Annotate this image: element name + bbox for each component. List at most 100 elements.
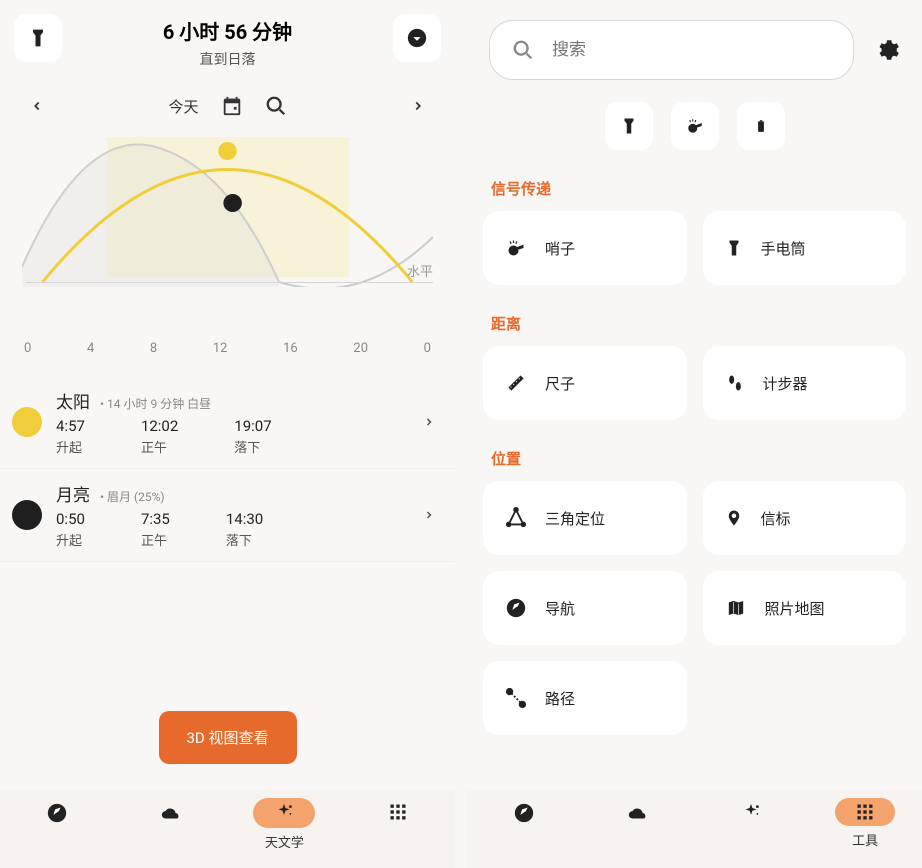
quick-whistle[interactable] (671, 102, 719, 150)
tool-flashlight[interactable]: 手电筒 (703, 211, 907, 285)
moon-row[interactable]: 月亮 • 眉月 (25%) 0:50升起 7:35正午 14:30落下 (0, 469, 455, 562)
x-tick: 0 (24, 341, 31, 356)
sun-info: 太阳 • 14 小时 9 分钟 白昼 4:57升起 12:02正午 19:07落… (56, 388, 409, 456)
right-top (467, 0, 922, 80)
moon-info: 月亮 • 眉月 (25%) 0:50升起 7:35正午 14:30落下 (56, 481, 409, 549)
cloud-icon (159, 802, 183, 824)
moon-set-time: 14:30 (226, 510, 263, 528)
down-circle-icon (406, 27, 428, 49)
ruler-icon (505, 372, 527, 394)
tool-label: 哨子 (545, 238, 575, 259)
tool-triangulate[interactable]: 三角定位 (483, 481, 687, 555)
tool-navigate[interactable]: 导航 (483, 571, 687, 645)
top-bar: 6 小时 56 分钟 直到日落 (0, 0, 455, 69)
nav-clouds[interactable] (131, 798, 211, 848)
compass-icon (46, 802, 68, 824)
quick-battery[interactable] (737, 102, 785, 150)
horizon-label: 水平 (26, 261, 433, 283)
search-event-button[interactable] (265, 95, 287, 117)
flashlight-icon (725, 238, 743, 258)
view-3d-button[interactable]: 3D 视图查看 (159, 711, 297, 764)
moon-rise-label: 升起 (56, 530, 85, 549)
tool-pedometer[interactable]: 计步器 (703, 346, 907, 420)
sun-set-label: 落下 (234, 437, 271, 456)
search-icon (265, 95, 287, 117)
tool-label: 三角定位 (545, 508, 605, 529)
nav-tools[interactable]: 工具 (825, 798, 905, 849)
quick-flashlight[interactable] (605, 102, 653, 150)
x-axis: 0 4 8 12 16 20 0 (0, 287, 455, 356)
x-tick: 16 (283, 341, 298, 356)
sparkle-icon (740, 802, 762, 824)
prev-day-button[interactable] (30, 99, 44, 113)
chevron-left-icon (30, 99, 44, 113)
nav-astronomy[interactable] (711, 798, 791, 848)
title-block: 6 小时 56 分钟 直到日落 (163, 14, 292, 69)
astronomy-pane: 6 小时 56 分钟 直到日落 今天 (0, 0, 455, 868)
countdown-subtitle: 直到日落 (163, 49, 292, 69)
flashlight-icon (620, 117, 638, 135)
flashlight-button[interactable] (14, 14, 62, 62)
chevron-right-icon (423, 509, 435, 521)
tool-path[interactable]: 路径 (483, 661, 687, 735)
footsteps-icon (725, 372, 745, 394)
sun-icon (12, 407, 42, 437)
moon-noon-label: 正午 (141, 530, 170, 549)
settings-button[interactable] (874, 37, 900, 63)
cloud-icon (626, 802, 650, 824)
tool-label: 路径 (545, 688, 575, 709)
x-tick: 4 (87, 341, 94, 356)
moon-name: 月亮 (56, 481, 90, 506)
tools-pane: 信号传递 哨子 手电筒 距离 尺子 计步器 位置 三角定位 信标 (467, 0, 922, 868)
today-label: 今天 (168, 96, 198, 117)
moon-noon-time: 7:35 (141, 510, 170, 528)
pin-icon (725, 507, 743, 529)
countdown-title: 6 小时 56 分钟 (163, 16, 292, 45)
tool-ruler[interactable]: 尺子 (483, 346, 687, 420)
sun-set-time: 19:07 (234, 417, 271, 435)
sun-row[interactable]: 太阳 • 14 小时 9 分钟 白昼 4:57升起 12:02正午 19:07落… (0, 376, 455, 469)
tool-whistle[interactable]: 哨子 (483, 211, 687, 285)
bottom-nav-right: 工具 (467, 790, 922, 868)
moon-rise-time: 0:50 (56, 510, 85, 528)
moon-set-label: 落下 (226, 530, 263, 549)
sun-noon-time: 12:02 (141, 417, 178, 435)
tool-label: 尺子 (545, 373, 575, 394)
nav-compass[interactable] (17, 798, 97, 848)
tool-photomap[interactable]: 照片地图 (703, 571, 907, 645)
next-day-button[interactable] (411, 99, 425, 113)
battery-icon (754, 116, 768, 136)
x-tick: 8 (150, 341, 157, 356)
altitude-chart[interactable]: 水平 (22, 137, 433, 287)
tool-beacon[interactable]: 信标 (703, 481, 907, 555)
sun-name: 太阳 (56, 388, 90, 413)
quick-tools-row (467, 102, 922, 150)
nav-grid[interactable] (358, 798, 438, 846)
calendar-icon (221, 95, 243, 117)
calendar-button[interactable] (221, 95, 243, 117)
date-center: 今天 (168, 95, 286, 117)
nav-astronomy-label: 天文学 (265, 832, 304, 851)
sunset-button[interactable] (393, 14, 441, 62)
moon-icon (12, 500, 42, 530)
triangulate-icon (505, 507, 527, 529)
sun-noon-label: 正午 (141, 437, 178, 456)
search-icon (512, 39, 534, 61)
x-tick: 20 (353, 341, 368, 356)
search-input[interactable] (552, 40, 831, 60)
sparkle-icon (273, 802, 295, 824)
path-icon (505, 687, 527, 709)
grid-icon (388, 802, 408, 822)
search-box[interactable] (489, 20, 854, 80)
tool-label: 导航 (545, 598, 575, 619)
nav-clouds[interactable] (598, 798, 678, 848)
flashlight-icon (28, 28, 48, 48)
date-row: 今天 (0, 69, 455, 117)
compass-icon (513, 802, 535, 824)
sun-meta: • 14 小时 9 分钟 白昼 (100, 395, 211, 412)
chevron-right-icon (411, 99, 425, 113)
section-distance: 距离 (467, 285, 922, 346)
gear-icon (874, 37, 900, 63)
nav-astronomy[interactable]: 天文学 (244, 798, 324, 851)
nav-compass[interactable] (484, 798, 564, 848)
